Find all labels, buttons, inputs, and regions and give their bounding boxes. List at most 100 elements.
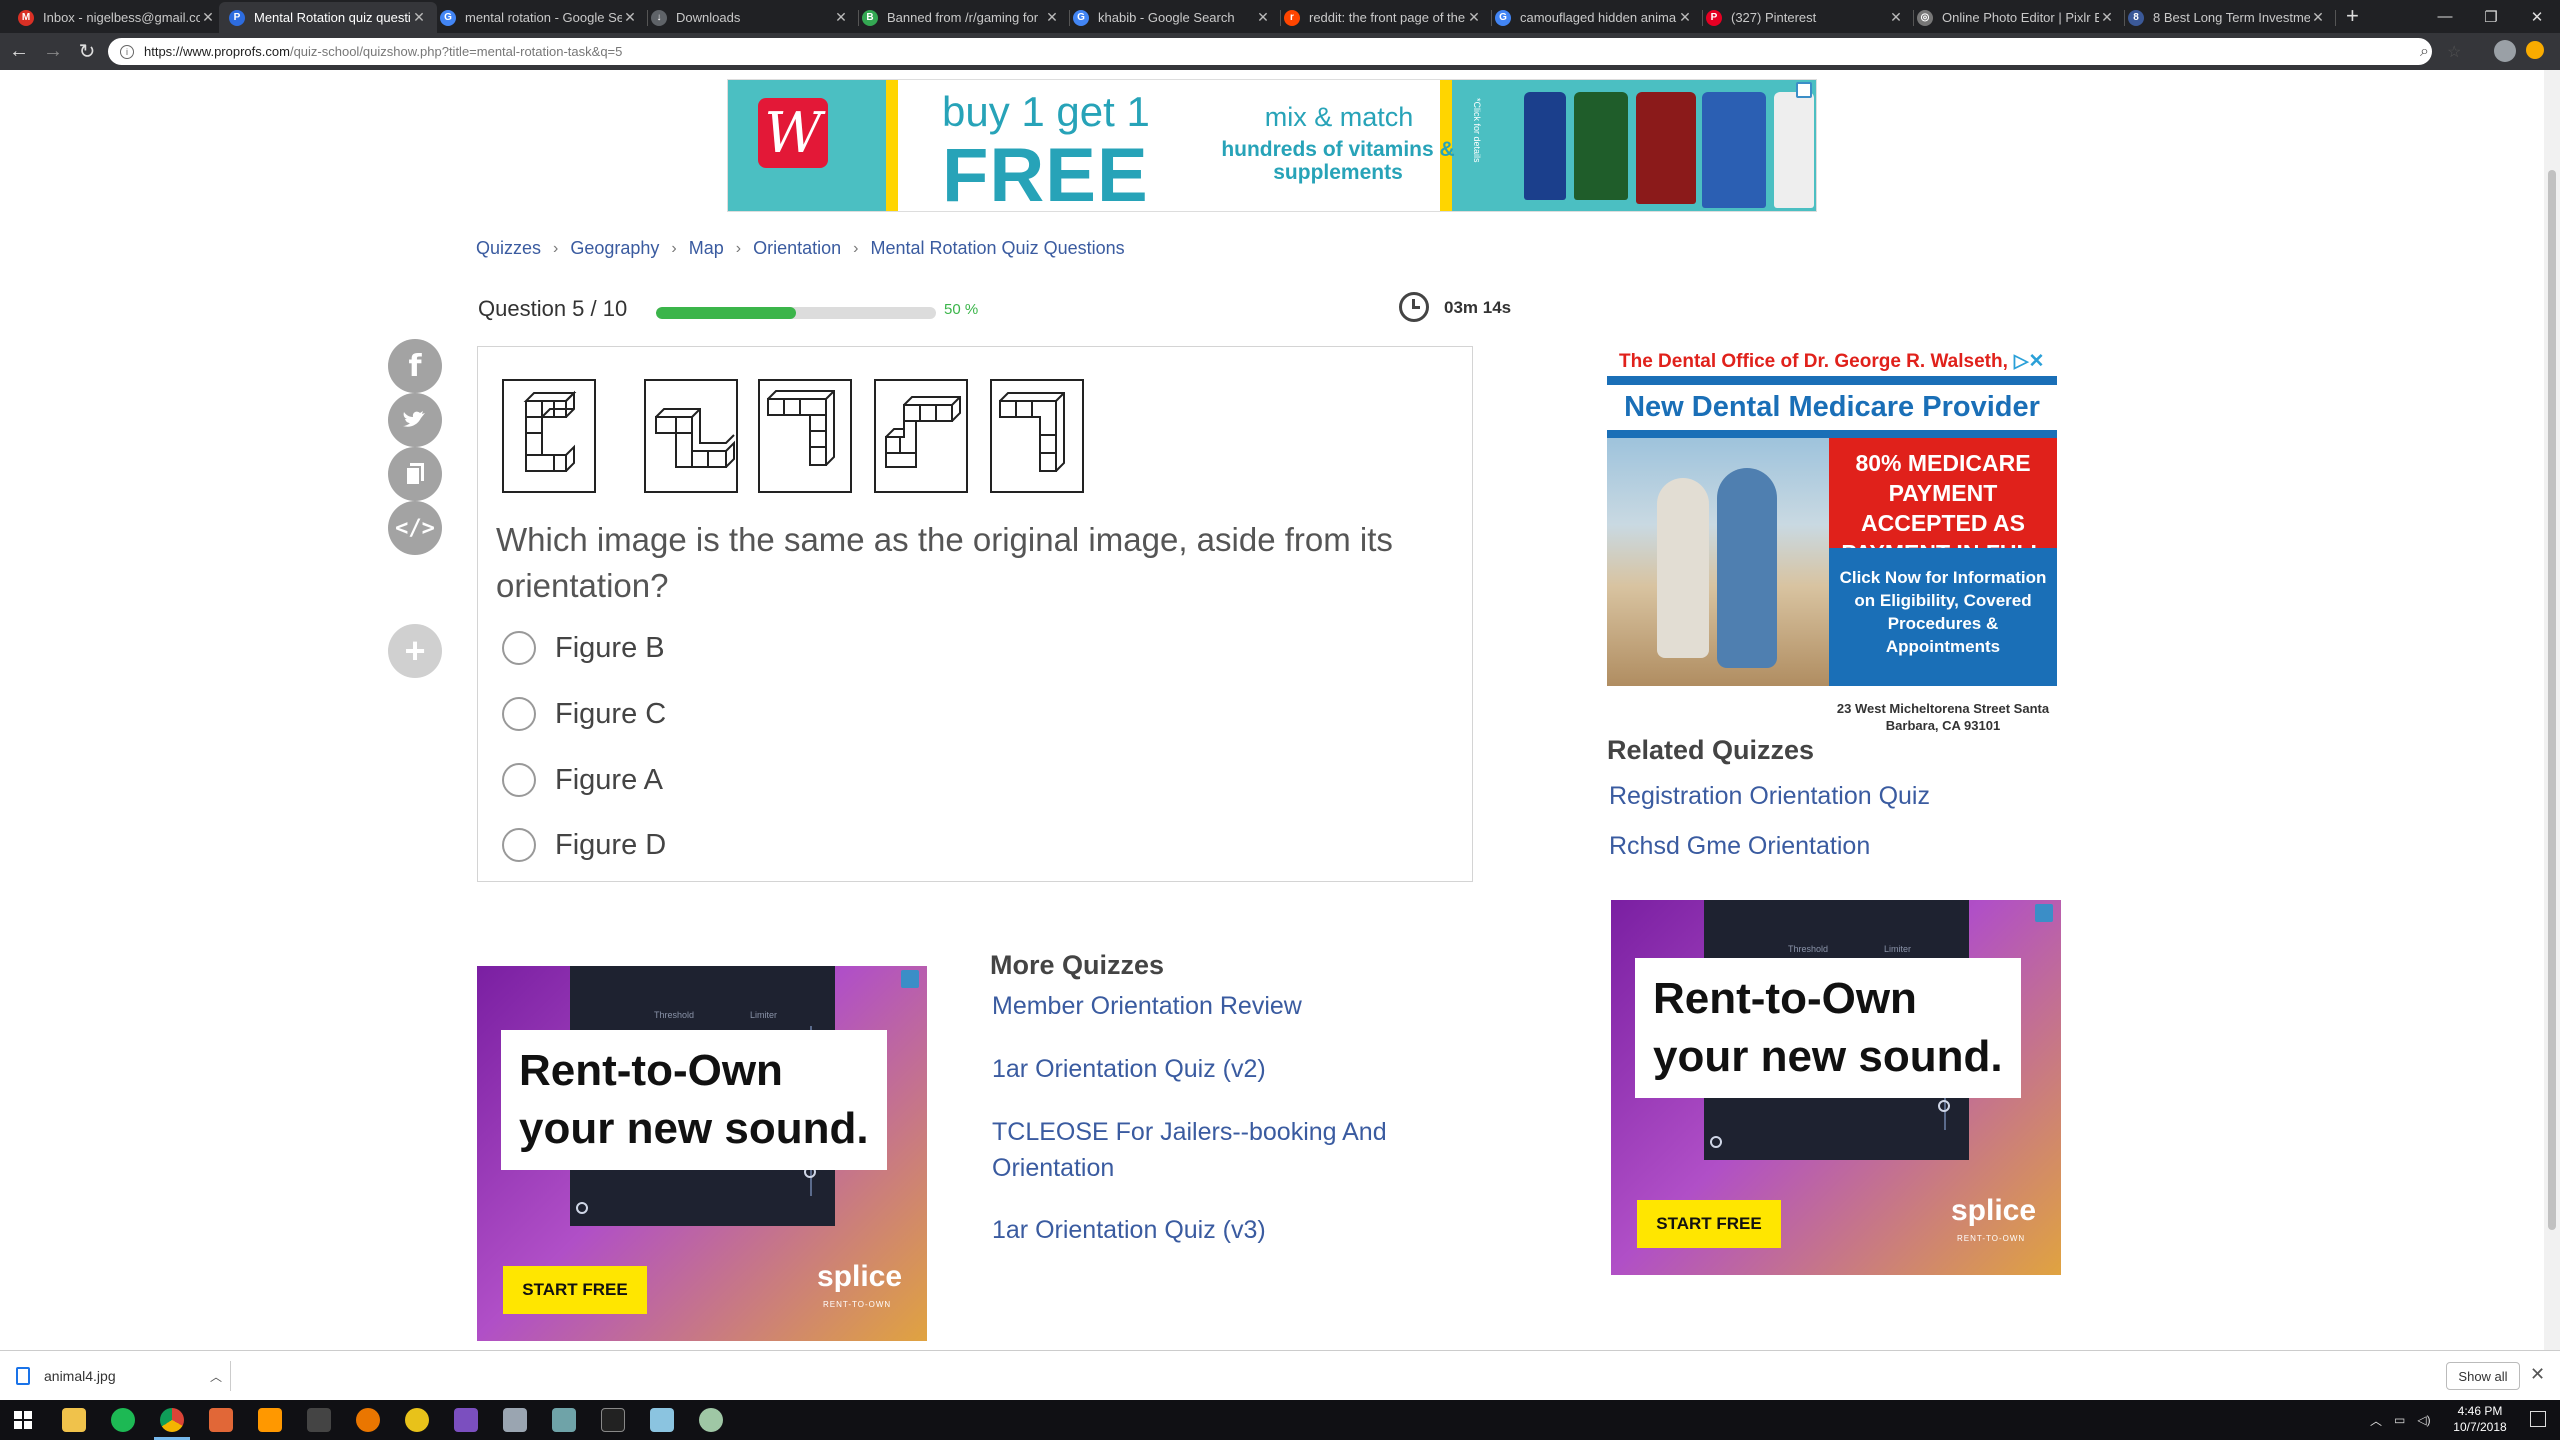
file-explorer-icon[interactable] bbox=[62, 1408, 86, 1432]
tab-close-icon[interactable]: ✕ bbox=[1044, 9, 1060, 26]
minimize-icon[interactable]: — bbox=[2422, 0, 2468, 33]
reload-icon[interactable]: ↻ bbox=[72, 37, 102, 67]
visual-studio-icon[interactable] bbox=[454, 1408, 478, 1432]
browser-tab[interactable]: Gkhabib - Google Search ✕ bbox=[1063, 2, 1281, 33]
share-twitter-button[interactable] bbox=[388, 393, 442, 447]
sublime-icon[interactable] bbox=[258, 1408, 282, 1432]
dental-ad-medicare-text: 80% MEDICARE PAYMENT ACCEPTED AS PAYMENT… bbox=[1829, 438, 2057, 566]
radio-button[interactable] bbox=[502, 697, 536, 731]
browser-tab[interactable]: B Banned from /r/gaming for ✕ bbox=[852, 2, 1070, 33]
network-icon[interactable]: ▭ bbox=[2394, 1413, 2405, 1427]
radio-button[interactable] bbox=[502, 828, 536, 862]
breadcrumb-geography[interactable]: Geography bbox=[570, 238, 659, 259]
back-icon[interactable]: ← bbox=[4, 37, 34, 67]
tab-close-icon[interactable]: ✕ bbox=[2310, 9, 2326, 26]
adchoices-icon[interactable] bbox=[901, 970, 919, 988]
option-figure-c[interactable]: Figure C bbox=[502, 697, 666, 731]
blender-icon[interactable] bbox=[356, 1408, 380, 1432]
browser-tab[interactable]: M Inbox - nigelbess@gmail.co ✕ bbox=[8, 2, 226, 33]
dental-ad[interactable]: The Dental Office of Dr. George R. Walse… bbox=[1607, 344, 2057, 786]
splice-ad-left[interactable]: Threshold Limiter Rent-to-Own your new s… bbox=[477, 966, 927, 1341]
browser-tab[interactable]: ↓ Downloads ✕ bbox=[641, 2, 859, 33]
bookmark-star-icon[interactable]: ☆ bbox=[2447, 42, 2461, 62]
terminal-icon[interactable] bbox=[601, 1408, 625, 1432]
browser-tab[interactable]: Gcamouflaged hidden anima ✕ bbox=[1485, 2, 1703, 33]
tab-close-icon[interactable]: ✕ bbox=[2099, 9, 2115, 26]
share-facebook-button[interactable]: f bbox=[388, 339, 442, 393]
app-icon[interactable] bbox=[699, 1408, 723, 1432]
related-quiz-link[interactable]: Registration Orientation Quiz bbox=[1609, 778, 1930, 814]
option-figure-d[interactable]: Figure D bbox=[502, 828, 666, 862]
adchoices-icon[interactable] bbox=[2035, 904, 2053, 922]
plugin-label: Threshold bbox=[654, 1010, 695, 1020]
more-quiz-link[interactable]: Member Orientation Review bbox=[992, 988, 1302, 1024]
walgreens-banner-ad[interactable]: W buy 1 get 1 FREE mix & match hundreds … bbox=[727, 79, 1817, 212]
extension-icon[interactable] bbox=[2526, 41, 2544, 59]
chrome-icon[interactable] bbox=[154, 1408, 190, 1440]
tab-close-icon[interactable]: ✕ bbox=[200, 9, 216, 26]
more-quiz-link[interactable]: 1ar Orientation Quiz (v3) bbox=[992, 1212, 1266, 1248]
option-figure-b[interactable]: Figure B bbox=[502, 631, 665, 665]
tab-close-icon[interactable]: ✕ bbox=[833, 9, 849, 26]
spotify-icon[interactable] bbox=[111, 1408, 135, 1432]
close-icon[interactable]: ✕ bbox=[2530, 1364, 2545, 1385]
restore-icon[interactable]: ❐ bbox=[2468, 0, 2514, 33]
address-bar[interactable]: i https://www.proprofs.com /quiz-school/… bbox=[108, 38, 2432, 65]
url-path: /quiz-school/quizshow.php?title=mental-r… bbox=[289, 44, 623, 59]
start-free-button[interactable]: START FREE bbox=[503, 1266, 647, 1314]
system-clock[interactable]: 4:46 PM 10/7/2018 bbox=[2440, 1403, 2520, 1435]
forward-icon[interactable]: → bbox=[38, 37, 68, 67]
page-scrollbar[interactable] bbox=[2544, 70, 2560, 1350]
close-window-icon[interactable]: ✕ bbox=[2514, 0, 2560, 33]
notification-icon[interactable] bbox=[2530, 1411, 2546, 1427]
chevron-up-icon[interactable]: ︿ bbox=[210, 1368, 222, 1385]
more-quiz-link[interactable]: 1ar Orientation Quiz (v2) bbox=[992, 1051, 1266, 1087]
share-embed-button[interactable]: </> bbox=[388, 501, 442, 555]
browser-tab[interactable]: P (327) Pinterest ✕ bbox=[1696, 2, 1914, 33]
unity-icon[interactable] bbox=[307, 1408, 331, 1432]
adchoices-icon[interactable] bbox=[1796, 82, 1812, 98]
breadcrumb-orientation[interactable]: Orientation bbox=[753, 238, 841, 259]
app-icon[interactable] bbox=[503, 1408, 527, 1432]
adchoices-close-icon[interactable]: ▷✕ bbox=[2014, 351, 2045, 372]
site-info-icon[interactable]: i bbox=[120, 44, 134, 59]
zoom-icon[interactable]: ⌕ bbox=[2420, 43, 2429, 61]
radio-button[interactable] bbox=[502, 763, 536, 797]
related-quiz-link[interactable]: Rchsd Gme Orientation bbox=[1609, 828, 1870, 864]
volume-icon[interactable]: ◁) bbox=[2417, 1413, 2430, 1427]
browser-tab[interactable]: Gmental rotation - Google Se ✕ bbox=[430, 2, 648, 33]
tab-close-icon[interactable]: ✕ bbox=[1255, 9, 1271, 26]
tab-close-icon[interactable]: ✕ bbox=[1888, 9, 1904, 26]
start-free-button[interactable]: START FREE bbox=[1637, 1200, 1781, 1248]
browser-tab[interactable]: r reddit: the front page of the ✕ bbox=[1274, 2, 1492, 33]
splice-tagline: RENT-TO-OWN bbox=[1957, 1234, 2026, 1243]
share-more-button[interactable]: + bbox=[388, 624, 442, 678]
chevron-up-icon[interactable]: ︿ bbox=[2370, 1412, 2382, 1429]
more-quiz-link[interactable]: TCLEOSE For Jailers--booking And Orienta… bbox=[992, 1114, 1452, 1186]
browser-tab[interactable]: ◎ Online Photo Editor | Pixlr E ✕ bbox=[1907, 2, 2125, 33]
breadcrumb-quizzes[interactable]: Quizzes bbox=[476, 238, 541, 259]
app-icon[interactable] bbox=[552, 1408, 576, 1432]
scrollbar-thumb[interactable] bbox=[2548, 170, 2556, 1230]
browser-tab[interactable]: 8 8 Best Long Term Investme ✕ bbox=[2118, 2, 2336, 33]
option-figure-a[interactable]: Figure A bbox=[502, 763, 663, 797]
breadcrumb-current[interactable]: Mental Rotation Quiz Questions bbox=[870, 238, 1124, 259]
breadcrumb-map[interactable]: Map bbox=[689, 238, 724, 259]
new-tab-button[interactable]: + bbox=[2346, 3, 2359, 29]
share-copy-button[interactable] bbox=[388, 447, 442, 501]
windows-start-icon[interactable] bbox=[14, 1411, 32, 1429]
download-item[interactable]: animal4.jpg ︿ bbox=[16, 1359, 222, 1393]
splice-headline: Rent-to-Own your new sound. bbox=[1635, 958, 2021, 1098]
app-icon[interactable] bbox=[650, 1408, 674, 1432]
splice-ad-right[interactable]: Threshold Limiter Rent-to-Own your new s… bbox=[1611, 900, 2061, 1275]
tab-close-icon[interactable]: ✕ bbox=[411, 9, 427, 26]
browser-tab[interactable]: P Mental Rotation quiz questi ✕ bbox=[219, 2, 437, 33]
tab-close-icon[interactable]: ✕ bbox=[622, 9, 638, 26]
tab-close-icon[interactable]: ✕ bbox=[1466, 9, 1482, 26]
matlab-icon[interactable] bbox=[209, 1408, 233, 1432]
tab-close-icon[interactable]: ✕ bbox=[1677, 9, 1693, 26]
profile-avatar[interactable] bbox=[2494, 40, 2516, 62]
app-icon[interactable] bbox=[405, 1408, 429, 1432]
radio-button[interactable] bbox=[502, 631, 536, 665]
show-all-button[interactable]: Show all bbox=[2446, 1362, 2520, 1390]
